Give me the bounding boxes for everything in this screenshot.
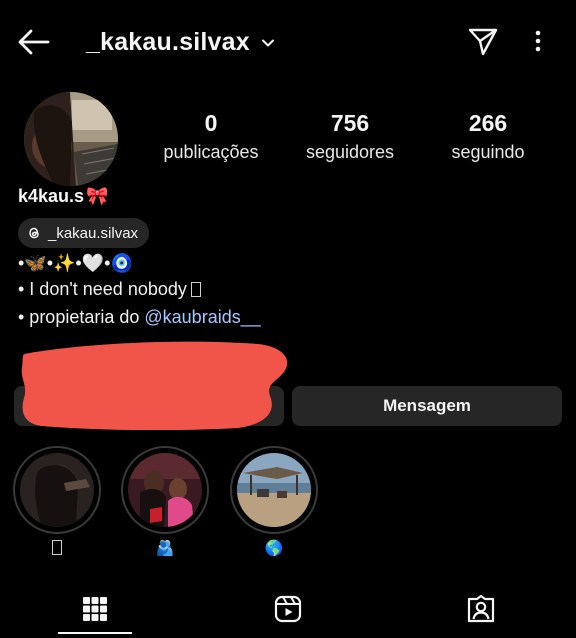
tagged-icon (467, 594, 495, 623)
stat-followers[interactable]: 756 seguidores (292, 108, 408, 166)
mention-link[interactable]: @kaubraids__ (144, 307, 260, 327)
display-name-text: k4kau.s (18, 186, 85, 206)
account-switcher[interactable]: _kakau.silvax (86, 22, 276, 62)
profile-username: _kakau.silvax (86, 27, 250, 56)
display-name: k4kau.s 🎀 (18, 186, 108, 207)
message-button[interactable]: Mensagem (292, 386, 562, 426)
story-highlight[interactable]: 🌎 (230, 446, 318, 558)
followers-count: 756 (330, 110, 370, 136)
back-button[interactable] (16, 26, 52, 58)
grid-icon (83, 597, 107, 621)
highlight-label: 🌎 (264, 540, 284, 557)
bio-line-3: • propietaria do @kaubraids__ (18, 307, 261, 328)
bio-line-2-text: • I don't need nobody (18, 279, 187, 299)
tab-reels[interactable] (251, 584, 325, 634)
ribbon-emoji: 🎀 (86, 186, 109, 206)
more-vertical-icon (535, 30, 541, 52)
avatar[interactable] (24, 92, 118, 186)
profile-tabs (0, 584, 576, 638)
tab-posts-grid[interactable] (58, 584, 132, 634)
missing-glyph-icon (190, 282, 201, 297)
bio-line-emojis: •🦋•✨•🤍•🧿 (18, 252, 133, 273)
threads-badge[interactable]: _kakau.silvax (18, 218, 150, 248)
following-label: seguindo (451, 142, 525, 162)
paper-plane-icon (468, 28, 498, 56)
highlight-label: 🫂 (155, 540, 175, 557)
threads-handle: _kakau.silvax (48, 224, 139, 242)
stat-posts[interactable]: 0 publicações (150, 108, 272, 166)
share-profile-button[interactable] (466, 24, 500, 58)
redaction-mark (21, 341, 288, 430)
chevron-down-icon (261, 39, 274, 47)
stat-following[interactable]: 266 seguindo (432, 108, 544, 166)
story-highlight[interactable] (13, 446, 101, 558)
posts-label: publicações (163, 142, 259, 162)
bio-line-2: • I don't need nobody (18, 279, 201, 300)
tab-tagged[interactable] (444, 584, 518, 634)
active-tab-indicator (58, 632, 132, 634)
threads-icon (29, 227, 39, 239)
posts-count: 0 (204, 110, 218, 136)
followers-label: seguidores (305, 142, 395, 162)
more-options-button[interactable] (526, 26, 550, 58)
top-bar: _kakau.silvax (0, 0, 576, 84)
reels-icon (274, 595, 302, 623)
missing-glyph-icon (52, 540, 62, 555)
bio-line-3-text: • propietaria do (18, 307, 145, 327)
following-count: 266 (468, 110, 508, 136)
story-highlight[interactable]: 🫂 (121, 446, 209, 558)
arrow-left-icon (18, 29, 50, 55)
